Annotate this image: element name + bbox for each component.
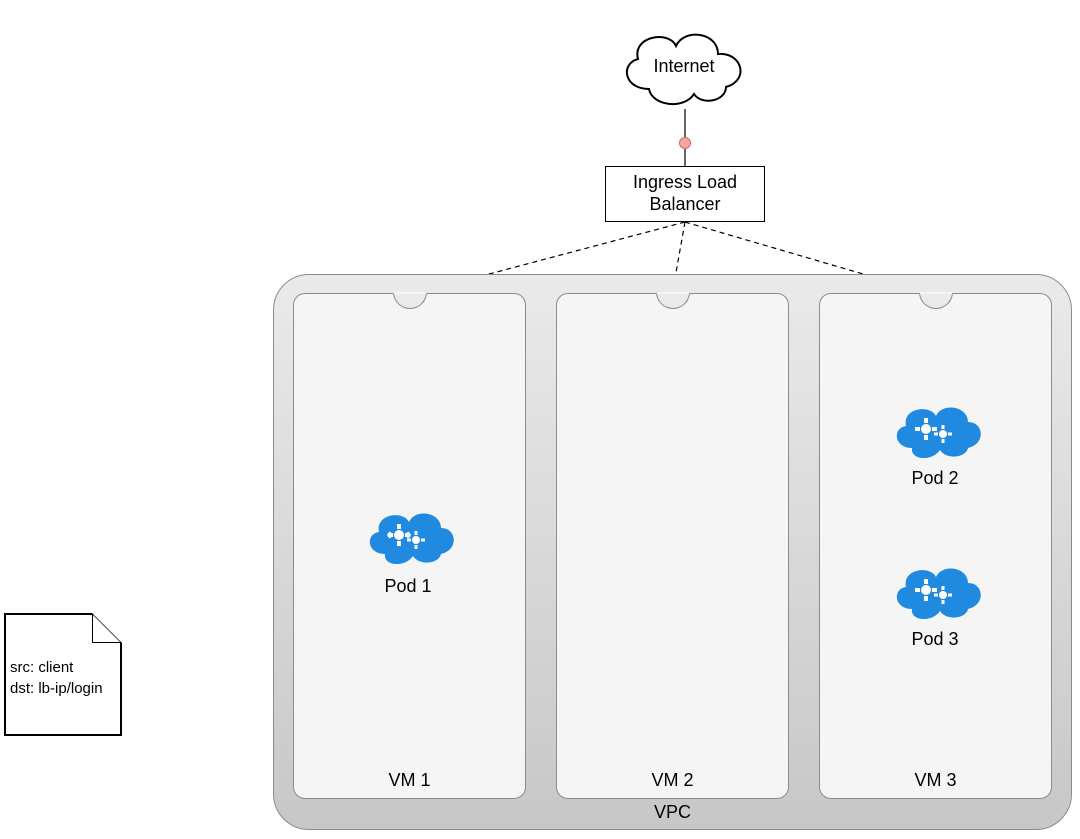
connector-dot bbox=[679, 137, 691, 149]
ingress-load-balancer-box: Ingress Load Balancer bbox=[605, 166, 765, 222]
vm-2-box bbox=[556, 293, 789, 799]
note-line-1: src: client bbox=[10, 657, 114, 678]
vm-2-label: VM 2 bbox=[556, 770, 789, 829]
vm-1-label: VM 1 bbox=[293, 770, 526, 829]
internet-label: Internet bbox=[614, 24, 754, 109]
pod-1-cloud-icon bbox=[361, 506, 455, 564]
vm-3-label: VM 3 bbox=[819, 770, 1052, 829]
pod-2-label: Pod 2 bbox=[885, 468, 985, 489]
vm-notch bbox=[656, 292, 690, 309]
pod-2-cloud-icon bbox=[888, 400, 982, 458]
packet-note: src: client dst: lb-ip/login bbox=[4, 613, 122, 736]
pod-1-label: Pod 1 bbox=[358, 576, 458, 597]
vm-notch bbox=[919, 292, 953, 309]
vm-notch bbox=[393, 292, 427, 309]
pod-3-label: Pod 3 bbox=[885, 629, 985, 650]
note-line-2: dst: lb-ip/login bbox=[10, 678, 114, 699]
internet-cloud: Internet bbox=[614, 24, 754, 109]
vm-3-box bbox=[819, 293, 1052, 799]
ingress-load-balancer-label: Ingress Load Balancer bbox=[633, 172, 737, 215]
pod-3-cloud-icon bbox=[888, 561, 982, 619]
